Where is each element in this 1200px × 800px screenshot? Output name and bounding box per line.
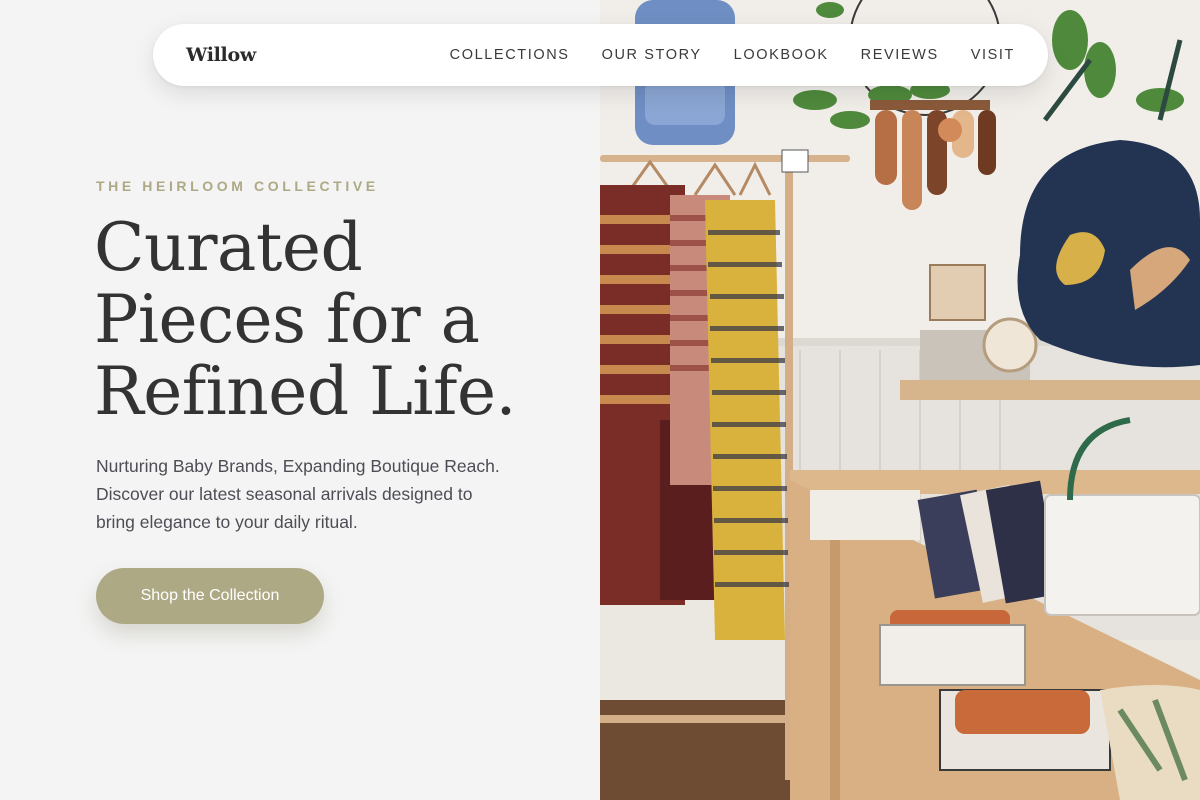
hero-image: [600, 0, 1200, 800]
headline-line-1: Curated: [94, 209, 363, 286]
headline-line-2: Pieces for a: [94, 281, 480, 358]
headline-line-3: Refined Life.: [94, 353, 516, 430]
nav-link-our-story[interactable]: OUR STORY: [602, 47, 702, 63]
nav-link-lookbook[interactable]: LOOKBOOK: [734, 47, 829, 63]
hero-headline: Curated Pieces for a Refined Life.: [94, 212, 584, 428]
nav-link-collections[interactable]: COLLECTIONS: [450, 47, 570, 63]
shop-collection-button[interactable]: Shop the Collection: [96, 568, 324, 624]
nav-link-reviews[interactable]: REVIEWS: [861, 47, 939, 63]
top-navigation: Willow COLLECTIONS OUR STORY LOOKBOOK RE…: [153, 24, 1048, 86]
hero-eyebrow: THE HEIRLOOM COLLECTIVE: [96, 178, 379, 194]
nav-link-visit[interactable]: VISIT: [971, 47, 1015, 63]
hero-subtext: Nurturing Baby Brands, Expanding Boutiqu…: [96, 456, 500, 532]
brand-logo[interactable]: Willow: [186, 44, 256, 66]
nav-links: COLLECTIONS OUR STORY LOOKBOOK REVIEWS V…: [450, 47, 1015, 63]
